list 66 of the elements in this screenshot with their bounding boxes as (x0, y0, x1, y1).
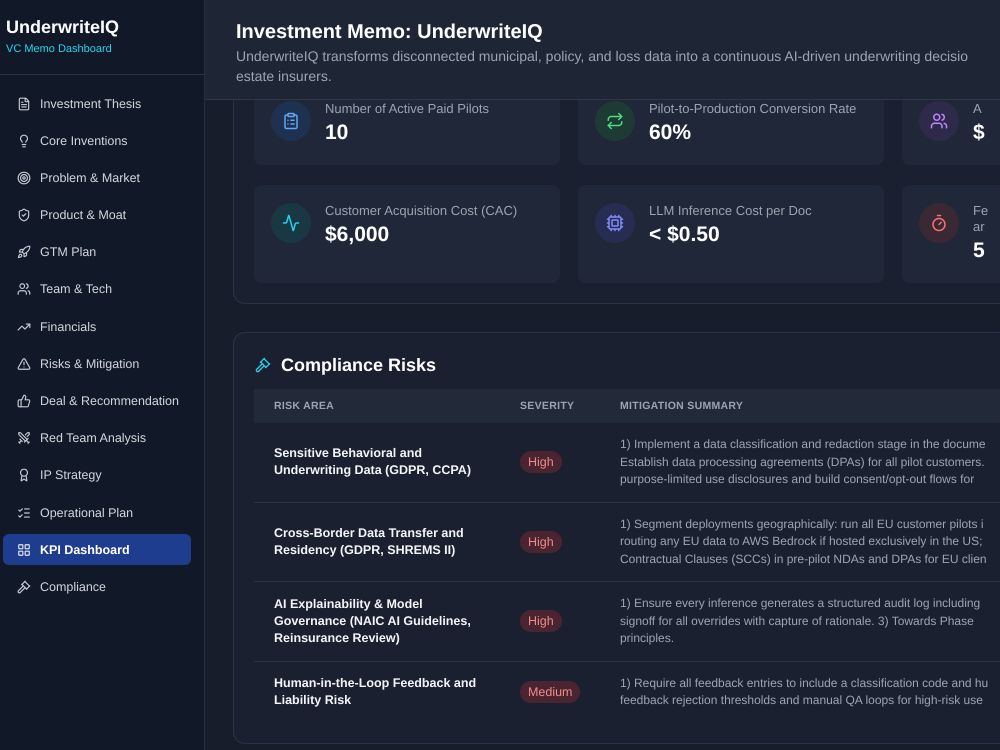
lightbulb-icon (17, 134, 31, 148)
sidebar-item[interactable]: Deal & Recommendation (3, 386, 191, 416)
sidebar-item[interactable]: Red Team Analysis (3, 422, 191, 454)
gavel-icon (255, 357, 271, 373)
thumbs-up-icon (17, 394, 31, 408)
column-header: MITIGATION SUMMARY (620, 400, 744, 412)
sidebar-item[interactable]: Team & Tech (3, 274, 191, 305)
pulse-icon (271, 203, 311, 243)
sidebar-item[interactable]: Product & Moat (3, 200, 191, 231)
severity-badge: Medium (520, 681, 580, 703)
mitigation-summary: 1) Require all feedback entries to include a classification code and hu feedback rejection thresholds and manual QA loops for high-risk use (620, 674, 988, 709)
severity-badge: High (520, 610, 562, 632)
sidebar-item[interactable]: KPI Dashboard (3, 534, 191, 566)
sidebar-item[interactable]: Financials (3, 311, 191, 342)
severity-badge: High (520, 530, 562, 553)
section-title: Compliance Risks (281, 354, 436, 377)
kpi-label: LLM Inference Cost per Doc (649, 203, 812, 219)
kpi-label: Pilot-to-Production Conversion Rate (649, 101, 856, 117)
mitigation-summary: 1) Segment deployments geographically: run all EU customer pilots i routing any EU data to AWS Bedrock if hosted exclusively in the US; Contractual Clauses (SCCs) in pre-pilot NDAs and DPAs for EU clien (620, 516, 987, 568)
sidebar-item[interactable]: Compliance (3, 571, 191, 602)
kpi-value: < $0.50 (649, 222, 721, 248)
mitigation-summary: 1) Ensure every inference generates a structured audit log including signoff for all overrides with capture of rationale. 3) Towards Phase principles. (620, 595, 980, 647)
kpi-label: Fe ar (973, 203, 988, 235)
repeat-arrows-icon (595, 101, 635, 141)
sidebar-item[interactable]: Core Inventions (3, 125, 191, 156)
app-title: UnderwriteIQ (6, 16, 120, 38)
sidebar-item[interactable]: GTM Plan (3, 236, 191, 268)
page-description: UnderwriteIQ transforms disconnected municipal, policy, and loss data into a continuous AI-driven underwriting decisio estate insurers. (236, 47, 968, 86)
gavel-icon (17, 580, 31, 594)
kpi-label: Customer Acquisition Cost (CAC) (325, 203, 518, 219)
file-icon (17, 96, 31, 110)
sidebar-item[interactable]: Investment Thesis (3, 88, 191, 119)
people-icon (17, 282, 31, 296)
kpi-value: 5 (973, 238, 986, 264)
shield-check-icon (17, 208, 31, 222)
people-icon (919, 101, 959, 141)
risk-area: Cross-Border Data Transfer and Residency (GDPR, SHREMS II) (274, 524, 486, 559)
sidebar-item[interactable]: Problem & Market (3, 162, 191, 194)
kpi-label: A (973, 101, 983, 117)
sidebar-item[interactable]: Operational Plan (3, 497, 191, 528)
risk-area: Sensitive Behavioral and Underwriting Data (GDPR, CCPA) (274, 445, 486, 480)
crossed-swords-icon (17, 431, 31, 446)
award-ribbon-icon (17, 468, 31, 482)
kpi-label: Number of Active Paid Pilots (325, 101, 490, 117)
app-subtitle: VC Memo Dashboard (6, 43, 113, 56)
risk-area: Human-in-the-Loop Feedback and Liability Risk (274, 675, 486, 709)
kpi-value: $6,000 (325, 222, 390, 248)
column-header: SEVERITY (520, 400, 574, 412)
severity-badge: High (520, 451, 562, 474)
mitigation-summary: 1) Implement a data classification and redaction stage in the docume Establish data processing agreements (DPAs) for all pilot customers. purpose-limited use disclosures and build consent/opt-out flows for (620, 436, 986, 488)
kpi-value: $ (973, 120, 985, 146)
target-icon (17, 170, 31, 185)
kpi-value: 10 (325, 120, 350, 146)
grid-icon (17, 542, 31, 557)
stopwatch-icon (919, 203, 959, 243)
column-header: RISK AREA (274, 400, 334, 412)
risk-area: AI Explainability & Model Governance (NAIC AI Guidelines, Reinsurance Review) (274, 596, 486, 647)
sidebar-item[interactable]: Risks & Mitigation (3, 348, 191, 380)
warning-icon (17, 356, 31, 371)
sidebar-item[interactable]: IP Strategy (3, 460, 191, 491)
chip-icon (595, 203, 635, 243)
clipboard-icon (271, 101, 311, 141)
page-title: Investment Memo: UnderwriteIQ (236, 20, 544, 45)
checklist-icon (17, 506, 31, 520)
kpi-value: 60% (649, 120, 692, 146)
rocket-icon (17, 245, 31, 260)
